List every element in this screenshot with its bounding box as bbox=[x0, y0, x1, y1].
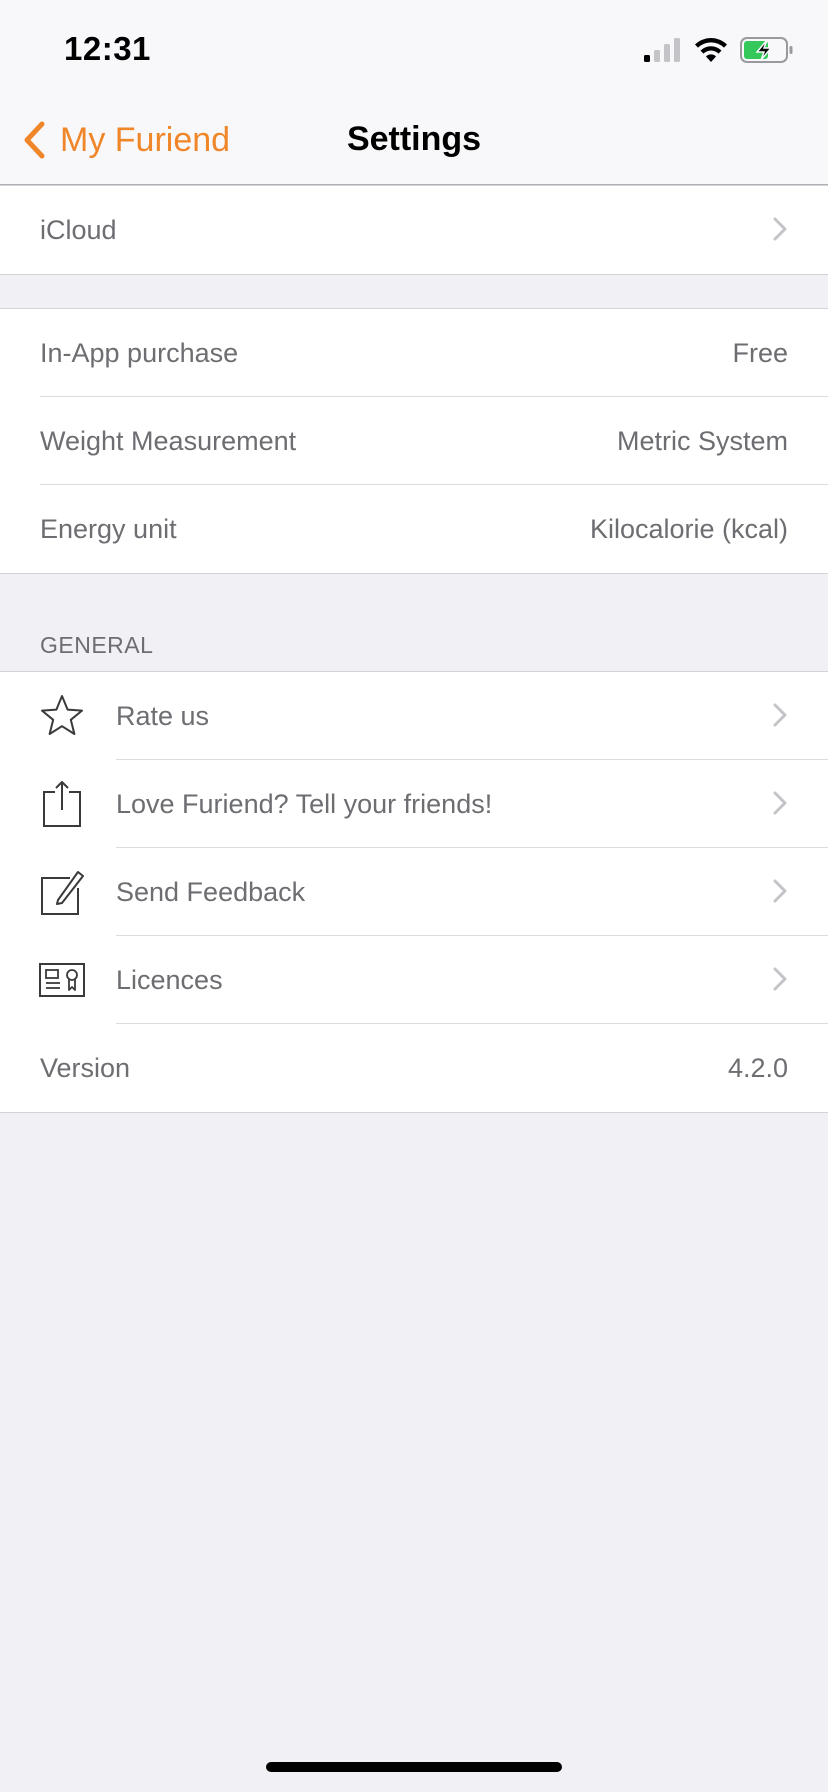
page-title: Settings bbox=[346, 120, 482, 158]
chevron-right-icon bbox=[773, 967, 787, 991]
status-bar: 12:31 bbox=[0, 0, 828, 96]
send-feedback-row[interactable]: Send Feedback bbox=[0, 848, 828, 936]
icloud-group: iCloud bbox=[0, 185, 828, 275]
general-group: Rate us Love Furiend? Tell your friends!… bbox=[0, 671, 828, 1113]
status-icons bbox=[642, 34, 794, 66]
version-value: 4.2.0 bbox=[727, 1052, 788, 1083]
chevron-right-icon bbox=[773, 217, 787, 241]
certificate-icon bbox=[39, 963, 85, 997]
weight-measurement-value: Metric System bbox=[616, 425, 788, 456]
compose-icon bbox=[41, 871, 84, 915]
star-icon bbox=[41, 695, 83, 735]
chevron-right-icon bbox=[773, 879, 787, 903]
icloud-label: iCloud bbox=[40, 214, 117, 245]
status-time: 12:31 bbox=[64, 30, 151, 67]
section-header-general: GENERAL bbox=[40, 632, 154, 658]
chevron-right-icon bbox=[773, 703, 787, 727]
share-icon bbox=[43, 781, 81, 827]
weight-measurement-row[interactable]: Weight Measurement Metric System bbox=[0, 397, 828, 485]
in-app-purchase-label: In-App purchase bbox=[40, 337, 239, 368]
energy-unit-label: Energy unit bbox=[40, 513, 177, 544]
send-feedback-label: Send Feedback bbox=[116, 876, 306, 907]
rate-us-label: Rate us bbox=[116, 700, 210, 731]
battery-charging-icon bbox=[740, 37, 793, 63]
version-row: Version 4.2.0 bbox=[0, 1024, 828, 1112]
energy-unit-value: Kilocalorie (kcal) bbox=[589, 513, 788, 544]
version-label: Version bbox=[40, 1052, 131, 1083]
licences-row[interactable]: Licences bbox=[0, 936, 828, 1024]
preferences-group: In-App purchase Free Weight Measurement … bbox=[0, 308, 828, 574]
share-row[interactable]: Love Furiend? Tell your friends! bbox=[0, 760, 828, 848]
chevron-right-icon bbox=[773, 791, 787, 815]
share-label: Love Furiend? Tell your friends! bbox=[116, 788, 493, 819]
wifi-icon bbox=[695, 38, 727, 62]
energy-unit-row[interactable]: Energy unit Kilocalorie (kcal) bbox=[0, 485, 828, 573]
icloud-row[interactable]: iCloud bbox=[0, 186, 828, 274]
in-app-purchase-row[interactable]: In-App purchase Free bbox=[0, 309, 828, 397]
home-indicator[interactable] bbox=[266, 1762, 562, 1772]
signal-icon bbox=[644, 38, 680, 62]
in-app-purchase-value: Free bbox=[732, 337, 788, 368]
weight-measurement-label: Weight Measurement bbox=[40, 425, 297, 456]
rate-us-row[interactable]: Rate us bbox=[0, 672, 828, 760]
licences-label: Licences bbox=[116, 964, 223, 995]
navigation-bar: My Furiend Settings bbox=[0, 96, 828, 185]
